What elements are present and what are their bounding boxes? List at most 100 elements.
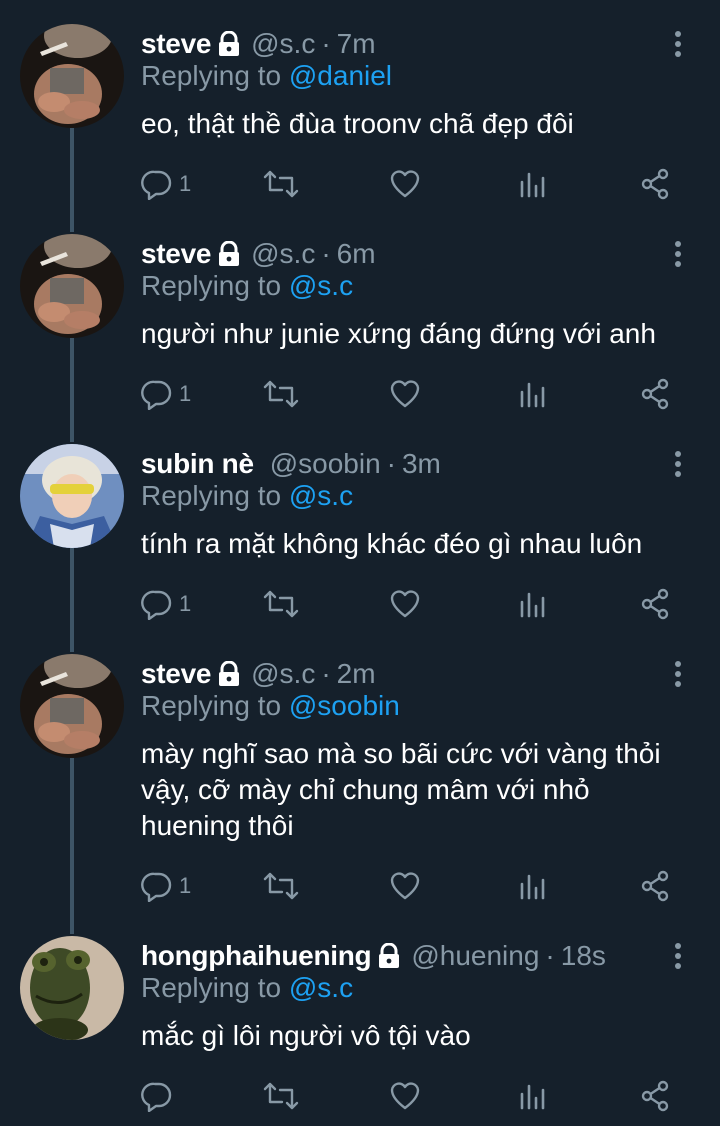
avatar-steve[interactable] xyxy=(20,654,124,758)
analytics-button[interactable] xyxy=(519,1076,547,1116)
tweet[interactable]: steve @s.c · 2m Replying to @soobin mày … xyxy=(0,630,720,912)
analytics-button[interactable] xyxy=(519,164,547,204)
more-options-icon[interactable] xyxy=(668,658,688,692)
heart-icon xyxy=(390,872,420,900)
timestamp[interactable]: 7m xyxy=(337,28,376,60)
replying-to: Replying to @s.c xyxy=(141,480,353,512)
reply-count: 1 xyxy=(179,171,192,196)
share-button[interactable] xyxy=(639,164,671,204)
tweet-text: mày nghĩ sao mà so bãi cức với vàng thỏi… xyxy=(141,738,661,841)
mention-link[interactable]: @s.c xyxy=(289,270,353,301)
display-name[interactable]: steve xyxy=(141,238,211,270)
reply-button[interactable]: 1 xyxy=(141,164,191,204)
tweet[interactable]: hongphaihuening @huening · 18s Replying … xyxy=(0,912,720,1126)
reply-button[interactable]: 1 xyxy=(141,374,191,414)
share-button[interactable] xyxy=(639,1076,671,1116)
analytics-button[interactable] xyxy=(519,866,547,906)
replying-prefix: Replying to xyxy=(141,60,282,91)
tweet[interactable]: subin nè @soobin · 3m Replying to @s.c t… xyxy=(0,420,720,630)
display-name[interactable]: hongphaihuening xyxy=(141,940,372,972)
like-button[interactable] xyxy=(389,866,421,906)
reply-icon xyxy=(141,170,172,200)
handle: @huening xyxy=(411,940,540,971)
reply-icon xyxy=(141,872,172,902)
tweet-text: eo, thật thề đùa troonv chã đẹp đôi xyxy=(141,108,574,139)
avatar-steve[interactable] xyxy=(20,234,124,338)
like-button[interactable] xyxy=(389,1076,421,1116)
mention-link[interactable]: @s.c xyxy=(289,972,353,1003)
like-button[interactable] xyxy=(389,164,421,204)
avatar-steve[interactable] xyxy=(20,24,124,128)
share-icon xyxy=(641,588,669,620)
tweet-text: tính ra mặt không khác đéo gì nhau luôn xyxy=(141,528,643,559)
handle: @s.c xyxy=(251,238,316,269)
more-options-icon[interactable] xyxy=(668,940,688,974)
mention-link[interactable]: @s.c xyxy=(289,480,353,511)
reply-count: 1 xyxy=(179,591,192,616)
more-options-icon[interactable] xyxy=(668,28,688,62)
analytics-button[interactable] xyxy=(519,374,547,414)
retweet-icon xyxy=(263,380,299,408)
replying-to: Replying to @s.c xyxy=(141,972,353,1004)
more-options-icon[interactable] xyxy=(668,448,688,482)
tweet-actions: 1 xyxy=(141,584,701,624)
reply-count: 1 xyxy=(179,873,192,898)
tweet-header: subin nè @soobin · 3m xyxy=(141,444,441,484)
replying-prefix: Replying to xyxy=(141,690,282,721)
timestamp[interactable]: 6m xyxy=(337,238,376,270)
separator-dot: · xyxy=(545,940,555,971)
tweet-text: mắc gì lôi người vô tội vào xyxy=(141,1020,471,1051)
mention-link[interactable]: @daniel xyxy=(289,60,392,91)
display-name[interactable]: steve xyxy=(141,658,211,690)
separator-dot: · xyxy=(386,448,396,479)
analytics-icon xyxy=(520,874,545,900)
tweet[interactable]: steve @s.c · 7m Replying to @daniel eo, … xyxy=(0,0,720,210)
tweet[interactable]: steve @s.c · 6m Replying to @s.c người n… xyxy=(0,210,720,420)
replying-prefix: Replying to xyxy=(141,480,282,511)
lock-icon xyxy=(219,31,240,56)
retweet-button[interactable] xyxy=(263,1076,299,1116)
retweet-button[interactable] xyxy=(263,866,299,906)
reply-button[interactable] xyxy=(141,1076,179,1116)
replying-to: Replying to @daniel xyxy=(141,60,392,92)
tweet-actions: 1 xyxy=(141,866,701,906)
timestamp[interactable]: 2m xyxy=(337,658,376,690)
retweet-button[interactable] xyxy=(263,374,299,414)
share-button[interactable] xyxy=(639,584,671,624)
mention-link[interactable]: @soobin xyxy=(289,690,400,721)
avatar-hongphaihuening[interactable] xyxy=(20,936,124,1040)
analytics-icon xyxy=(520,382,545,408)
handle: @soobin xyxy=(269,448,381,479)
timestamp[interactable]: 18s xyxy=(561,940,606,972)
conversation-thread: steve @s.c · 7m Replying to @daniel eo, … xyxy=(0,0,720,1126)
avatar-subin[interactable] xyxy=(20,444,124,548)
like-button[interactable] xyxy=(389,374,421,414)
retweet-button[interactable] xyxy=(263,584,299,624)
retweet-icon xyxy=(263,590,299,618)
display-name[interactable]: subin nè xyxy=(141,448,254,480)
handle: @s.c xyxy=(251,28,316,59)
timestamp[interactable]: 3m xyxy=(402,448,441,480)
analytics-icon xyxy=(520,1084,545,1110)
reply-button[interactable]: 1 xyxy=(141,866,191,906)
reply-button[interactable]: 1 xyxy=(141,584,191,624)
share-icon xyxy=(641,378,669,410)
replying-to: Replying to @s.c xyxy=(141,270,353,302)
retweet-button[interactable] xyxy=(263,164,299,204)
analytics-button[interactable] xyxy=(519,584,547,624)
share-button[interactable] xyxy=(639,374,671,414)
share-button[interactable] xyxy=(639,866,671,906)
share-icon xyxy=(641,870,669,902)
tweet-actions: 1 xyxy=(141,164,701,204)
like-button[interactable] xyxy=(389,584,421,624)
separator-dot: · xyxy=(321,658,331,689)
reply-icon xyxy=(141,380,172,410)
tweet-header: hongphaihuening @huening · 18s xyxy=(141,936,606,976)
replying-to: Replying to @soobin xyxy=(141,690,400,722)
replying-prefix: Replying to xyxy=(141,270,282,301)
more-options-icon[interactable] xyxy=(668,238,688,272)
retweet-icon xyxy=(263,872,299,900)
display-name[interactable]: steve xyxy=(141,28,211,60)
heart-icon xyxy=(390,170,420,198)
heart-icon xyxy=(390,590,420,618)
